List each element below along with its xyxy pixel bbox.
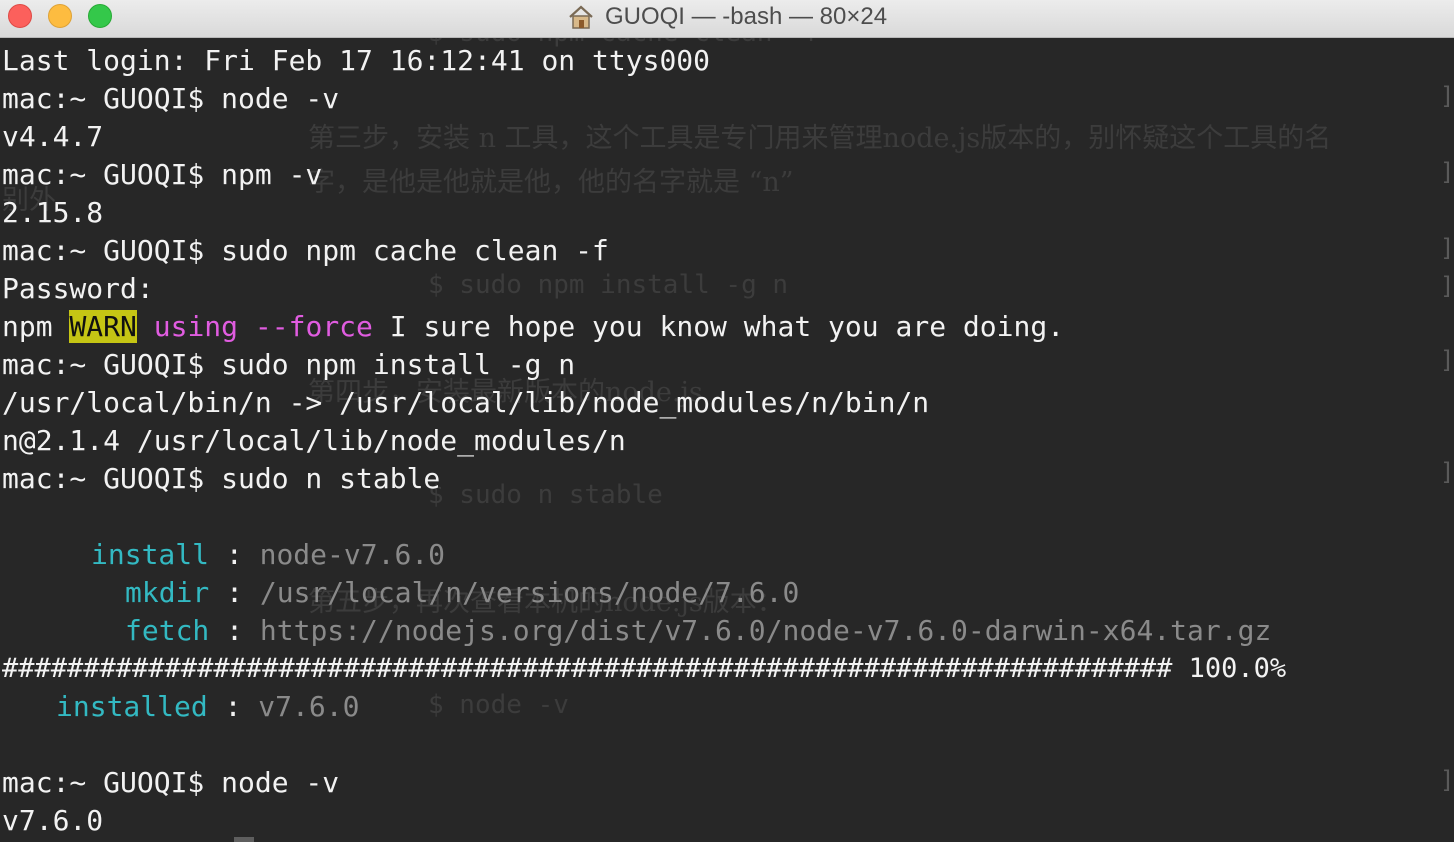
bracket-mark: ] (1440, 346, 1454, 374)
bracket-mark: ] (1440, 158, 1454, 186)
ghost-step3-line2: 字，是他是他就是他，他的名字就是 “n” (308, 167, 794, 198)
terminal-line: v7.6.0 (2, 804, 104, 837)
mkdir-key: mkdir (125, 576, 210, 609)
terminal-line: v4.4.7 (2, 120, 104, 153)
fetch-key: fetch (125, 614, 210, 647)
install-value: node-v7.6.0 (259, 538, 446, 571)
terminal-line: mac:~ GUOQI$ npm -v (2, 158, 323, 191)
ghost-step3-line1: 第三步，安装 n 工具，这个工具是专门用来管理node.js版本的，别怀疑这个工… (308, 123, 1332, 154)
terminal-line: mac:~ GUOQI$ node -v (2, 766, 340, 799)
warn-badge: WARN (69, 310, 137, 343)
warn-force-flag: --force (254, 310, 373, 343)
text-cursor (234, 837, 254, 842)
home-icon (569, 5, 593, 29)
terminal-line: n@2.1.4 /usr/local/lib/node_modules/n (2, 424, 626, 457)
npm-label: npm (2, 310, 70, 343)
bracket-mark: ] (1440, 458, 1454, 486)
warn-using: using (153, 310, 239, 343)
fetch-value: https://nodejs.org/dist/v7.6.0/node-v7.6… (259, 614, 1272, 647)
title-bar[interactable]: GUOQI — -bash — 80×24 (0, 0, 1454, 38)
ghost-nodev-cmd: $ node -v (428, 690, 569, 720)
terminal-window: GUOQI — -bash — 80×24 $ sudo npm cache c… (0, 0, 1454, 842)
ghost-stable-cmd: $ sudo n stable (428, 480, 663, 510)
terminal-line: /usr/local/bin/n -> /usr/local/lib/node_… (2, 386, 930, 419)
terminal-line: mac:~ GUOQI$ sudo npm cache clean -f (2, 234, 609, 267)
mkdir-value: /usr/local/n/versions/node/7.6.0 (259, 576, 800, 609)
warn-message: I sure hope you know what you are doing. (372, 310, 1065, 343)
installed-row: installed : v7.6.0 (56, 690, 360, 723)
terminal-line: Password: (2, 272, 154, 305)
terminal-line: Last login: Fri Feb 17 16:12:41 on ttys0… (2, 44, 711, 77)
install-row: install : node-v7.6.0 (91, 538, 446, 571)
installed-key: installed (56, 690, 208, 723)
terminal-content[interactable]: $ sudo npm cache clean -f 第三步，安装 n 工具，这个… (0, 38, 1454, 842)
bracket-mark: ] (1440, 82, 1454, 110)
installed-value: v7.6.0 (258, 690, 360, 723)
terminal-line: mac:~ GUOQI$ sudo n stable (2, 462, 441, 495)
install-key: install (91, 538, 210, 571)
bracket-mark: ] (1440, 234, 1454, 262)
progress-bar: ########################################… (2, 653, 1287, 684)
install-row: fetch : https://nodejs.org/dist/v7.6.0/n… (125, 614, 1272, 647)
window-title-area: GUOQI — -bash — 80×24 (0, 0, 1454, 34)
terminal-line: mac:~ GUOQI$ sudo npm install -g n (2, 348, 576, 381)
bracket-mark: ] (1440, 272, 1454, 300)
bracket-mark: ] (1440, 766, 1454, 794)
warn-line: npm WARN using --force I sure hope you k… (2, 308, 1064, 346)
window-title: GUOQI — -bash — 80×24 (604, 3, 888, 30)
ghost-install-cmd: $ sudo npm install -g n (428, 270, 789, 300)
terminal-line: mac:~ GUOQI$ node -v (2, 82, 340, 115)
install-row: mkdir : /usr/local/n/versions/node/7.6.0 (125, 576, 800, 609)
terminal-line: 2.15.8 (2, 196, 104, 229)
